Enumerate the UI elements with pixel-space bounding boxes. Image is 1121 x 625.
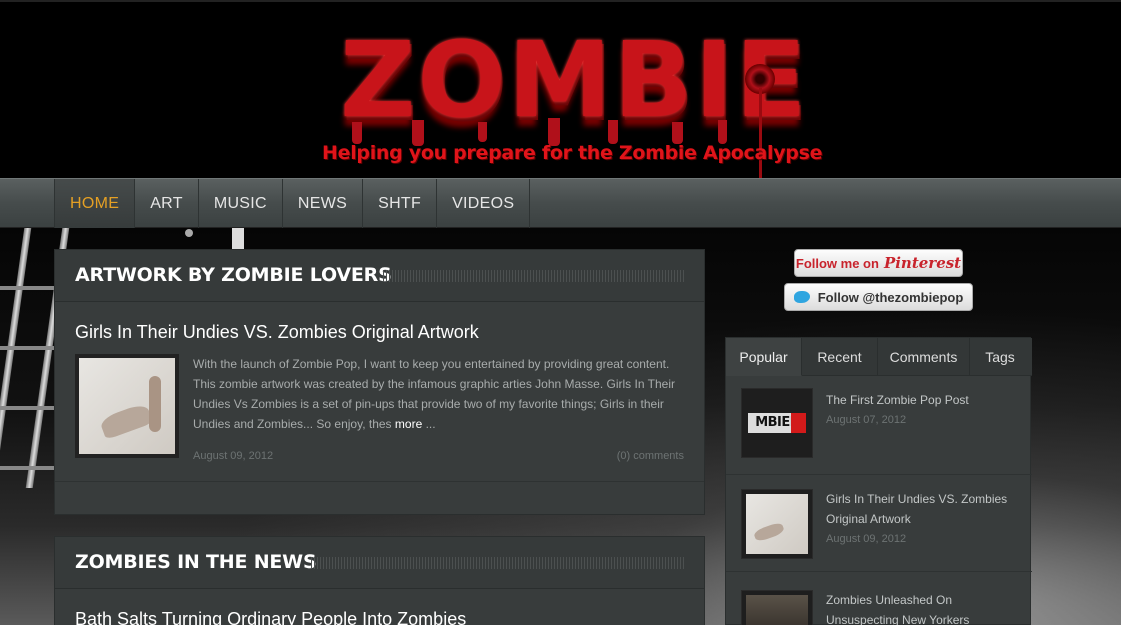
side-post-title[interactable]: Zombies Unleashed On Unsuspecting New Yo… [826,590,1021,625]
twitter-bird-icon [793,291,810,303]
sidebar-tabs: Popular Recent Comments Tags [726,338,1032,376]
blood-drip [352,122,362,144]
list-item[interactable]: Girls In Their Undies VS. Zombies Origin… [726,475,1032,572]
pinterest-follow-button[interactable]: Follow me on Pinterest [794,249,963,277]
side-post-thumbnail[interactable] [741,590,813,625]
read-more-link[interactable]: more [395,417,422,431]
list-item[interactable]: MBIEP The First Zombie Pop Post August 0… [726,376,1032,475]
post-excerpt: With the launch of Zombie Pop, I want to… [193,357,675,431]
blood-drip [608,120,618,144]
section-header: ZOMBIES IN THE NEWS [55,537,704,589]
tab-recent[interactable]: Recent [802,338,878,376]
nav-item-music[interactable]: MUSIC [199,179,283,228]
nav-item-art[interactable]: ART [135,179,199,228]
main-nav: HOME ART MUSIC NEWS SHTF VIDEOS [0,178,1121,228]
blood-drip [478,122,487,142]
nav-item-videos[interactable]: VIDEOS [437,179,531,228]
nav-item-news[interactable]: NEWS [283,179,364,228]
site-tagline: Helping you prepare for the Zombie Apoca… [322,142,823,164]
background-light [232,228,244,250]
nav-item-home[interactable]: HOME [54,179,136,228]
list-item[interactable]: Zombies Unleashed On Unsuspecting New Yo… [726,572,1032,625]
ladder-decoration [0,228,70,488]
tab-tags[interactable]: Tags [970,338,1030,376]
side-post-thumbnail[interactable]: MBIEP [741,388,813,458]
section-header: ARTWORK BY ZOMBIE LOVERS [55,250,704,302]
background-light-dot [185,229,193,237]
section-title[interactable]: ARTWORK BY ZOMBIE LOVERS [75,264,392,286]
twitter-follow-button[interactable]: Follow @thezombiepop [784,283,973,311]
nav-item-shtf[interactable]: SHTF [363,179,438,228]
header-stripes [383,270,686,282]
pinterest-logo-icon: Pinterest [883,254,962,272]
post-thumbnail-image [79,358,175,454]
site-logo[interactable]: ZOMBIE [340,20,806,140]
post-comments-link[interactable]: (0) comments [617,450,684,462]
tab-comments[interactable]: Comments [878,338,970,376]
side-post-date: August 09, 2012 [826,533,907,545]
section-panel-news: ZOMBIES IN THE NEWS Bath Salts Turning O… [54,536,705,625]
side-post-date: August 07, 2012 [826,414,907,426]
post-thumbnail[interactable] [75,354,179,458]
post-title-link[interactable]: Girls In Their Undies VS. Zombies Origin… [75,322,479,343]
side-post-title[interactable]: Girls In Their Undies VS. Zombies Origin… [826,489,1021,529]
sidebar-tabs-widget: Popular Recent Comments Tags MBIEP The F… [725,337,1032,625]
header-stripes [311,557,686,569]
post-title-link[interactable]: Bath Salts Turning Ordinary People Into … [75,609,466,625]
blood-drip [672,122,683,144]
site-header: ZOMBIE Helping you prepare for the Zombi… [0,0,1121,192]
side-post-title[interactable]: The First Zombie Pop Post [826,390,1021,410]
blood-drip-line [759,88,762,192]
section-panel-artwork: ARTWORK BY ZOMBIE LOVERS Girls In Their … [54,249,705,515]
side-post-thumbnail[interactable] [741,489,813,559]
section-title[interactable]: ZOMBIES IN THE NEWS [75,551,317,573]
blood-drip [718,120,727,144]
post-date: August 09, 2012 [193,450,274,462]
tab-popular[interactable]: Popular [726,338,802,376]
